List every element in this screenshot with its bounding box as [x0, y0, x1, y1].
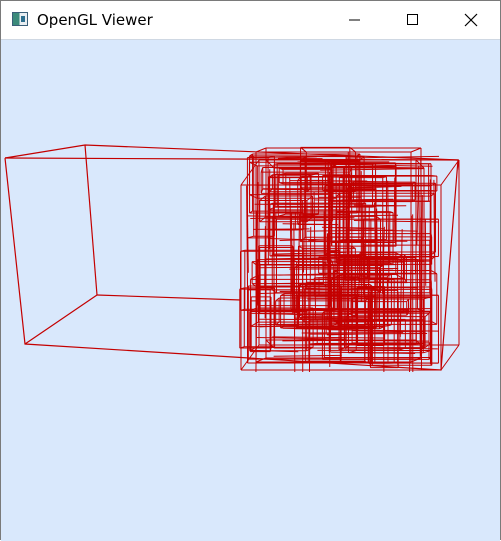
maximize-icon	[389, 1, 435, 39]
window-title: OpenGL Viewer	[37, 10, 153, 30]
wire-edge	[295, 318, 371, 319]
wire-edge	[309, 334, 427, 335]
title-bar[interactable]: OpenGL Viewer	[1, 1, 500, 39]
wire-edge	[411, 148, 421, 152]
wire-edge	[253, 229, 309, 230]
wire-edge	[269, 169, 270, 249]
wire-edge	[434, 180, 435, 282]
minimize-button[interactable]	[331, 1, 377, 39]
wire-edge	[306, 206, 406, 207]
wire-edge	[394, 178, 395, 241]
wire-edge	[431, 176, 437, 177]
wire-edge	[256, 148, 266, 152]
minimize-icon	[331, 1, 377, 39]
maximize-button[interactable]	[389, 1, 435, 39]
wireframe-scene	[1, 40, 500, 541]
wire-edge	[441, 345, 459, 370]
dense-wireframe-cluster	[240, 147, 459, 372]
wire-edge	[251, 322, 259, 326]
wire-edge	[331, 243, 332, 247]
wire-edge	[344, 168, 345, 343]
wire-edge	[274, 355, 342, 356]
wire-edge	[258, 267, 332, 268]
wire-edge	[259, 319, 349, 320]
wire-edge	[327, 234, 328, 237]
wire-edge	[266, 160, 274, 168]
close-button[interactable]	[448, 1, 494, 39]
close-icon	[448, 1, 494, 39]
wire-edge	[294, 223, 295, 372]
opengl-viewer-window: OpenGL Viewer	[0, 0, 501, 540]
app-window-icon	[12, 12, 28, 26]
opengl-render-canvas[interactable]	[1, 39, 500, 541]
